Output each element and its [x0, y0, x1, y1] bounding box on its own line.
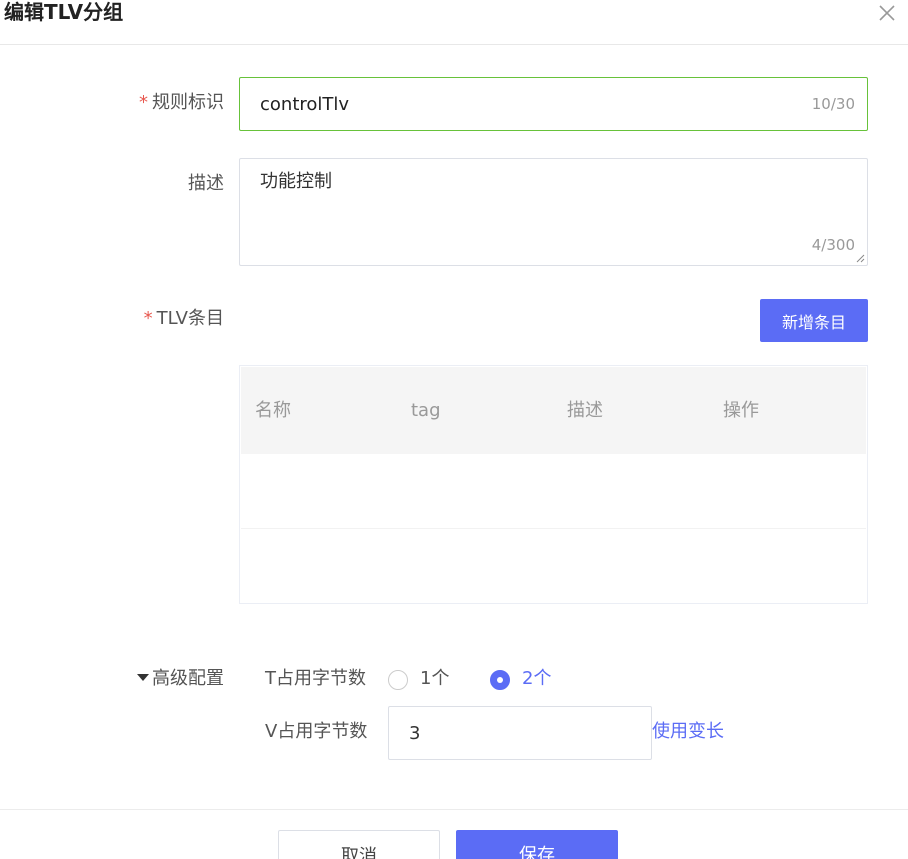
column-header-actions: 操作	[723, 400, 759, 421]
close-icon[interactable]	[878, 4, 896, 22]
description-field[interactable]: 功能控制 4/300	[239, 158, 868, 266]
v-bytes-field[interactable]	[388, 706, 652, 760]
rule-id-label-text: 规则标识	[152, 92, 224, 113]
column-header-tag: tag	[411, 400, 441, 421]
v-bytes-input[interactable]	[409, 707, 639, 759]
tlv-items-label: * TLV条目	[24, 307, 224, 331]
resize-grip-icon[interactable]	[855, 253, 865, 263]
dialog-title: 编辑TLV分组	[4, 0, 124, 24]
rule-id-field[interactable]: 10/30	[239, 77, 868, 131]
t-bytes-option-1-label[interactable]: 1个	[420, 667, 449, 691]
use-variable-length-link[interactable]: 使用变长	[652, 720, 724, 744]
description-label: 描述	[188, 173, 224, 194]
t-bytes-label: T占用字节数	[265, 668, 366, 689]
t-bytes-radio-1[interactable]	[388, 670, 408, 690]
advanced-label: 高级配置	[152, 668, 224, 689]
caret-down-icon	[137, 673, 149, 681]
row-divider	[241, 528, 866, 529]
v-bytes-label: V占用字节数	[265, 721, 368, 742]
tlv-items-label-text: TLV条目	[156, 308, 224, 329]
required-mark: *	[143, 308, 153, 329]
dialog-header: 编辑TLV分组	[0, 0, 908, 45]
rule-id-label: * 规则标识	[24, 91, 224, 115]
required-mark: *	[139, 92, 148, 113]
t-bytes-radio-2[interactable]	[490, 670, 510, 690]
rule-id-counter: 10/30	[811, 95, 855, 113]
advanced-toggle[interactable]: 高级配置	[24, 667, 224, 691]
t-bytes-option-2-label[interactable]: 2个	[522, 667, 551, 691]
tlv-items-table: 名称 tag 描述 操作	[239, 365, 868, 604]
rule-id-input[interactable]	[260, 78, 800, 130]
save-button[interactable]: 保存	[456, 830, 618, 859]
footer-divider	[0, 809, 908, 810]
table-header: 名称 tag 描述 操作	[241, 367, 866, 454]
add-item-button[interactable]: 新增条目	[760, 299, 868, 342]
description-textarea[interactable]: 功能控制	[260, 167, 840, 237]
column-header-name: 名称	[255, 400, 291, 421]
cancel-button[interactable]: 取消	[278, 830, 440, 859]
column-header-description: 描述	[567, 400, 603, 421]
description-counter: 4/300	[811, 236, 855, 254]
